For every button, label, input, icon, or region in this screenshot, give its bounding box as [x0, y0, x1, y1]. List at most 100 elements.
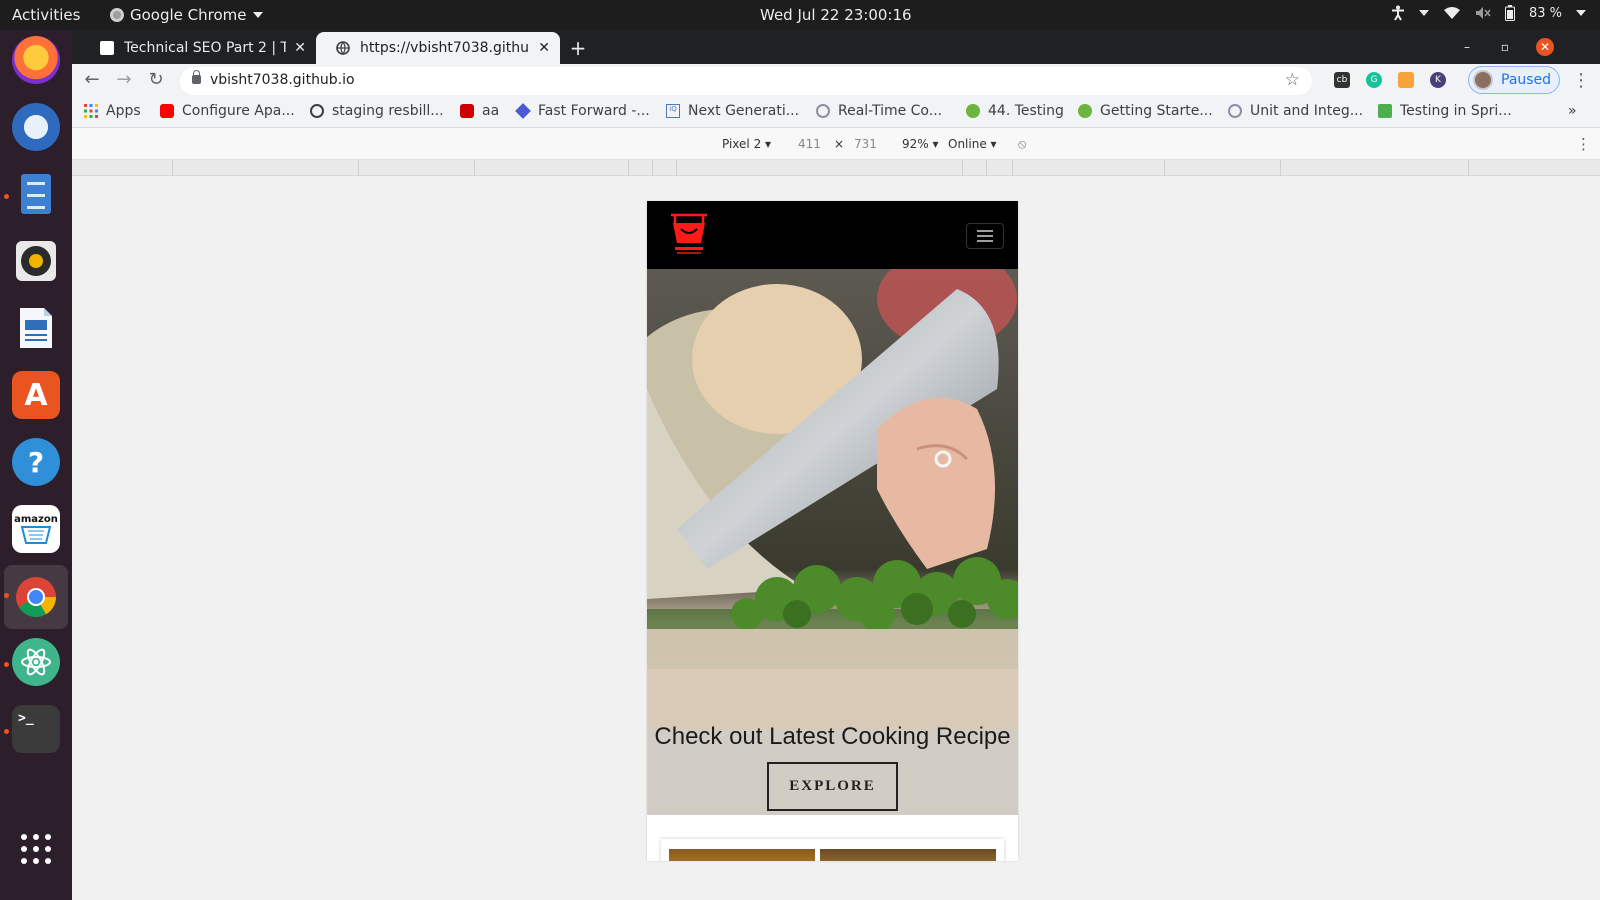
new-tab-button[interactable]: + [566, 36, 590, 60]
redhat-icon [460, 104, 474, 118]
hex-logo-icon [1228, 104, 1242, 118]
chrome-window: Technical SEO Part 2 | Tech ✕ https://vb… [72, 30, 1600, 900]
software-center-icon[interactable]: A [12, 371, 60, 419]
grammarly-extension-icon[interactable]: G [1366, 72, 1382, 88]
bookmark-label: 44. Testing [988, 103, 1064, 119]
lock-icon[interactable] [192, 70, 201, 84]
bookmark-aa[interactable]: aa [460, 103, 499, 119]
device-screen[interactable]: Check out Latest Cooking Recipe EXPLORE [647, 201, 1018, 861]
close-tab-icon[interactable]: ✕ [294, 40, 306, 56]
files-icon[interactable] [12, 170, 60, 218]
bookmarks-overflow-button[interactable]: » [1568, 103, 1577, 119]
foody-blog-logo[interactable] [667, 209, 711, 257]
bookmark-testing-spring[interactable]: Testing in Spri... [1378, 103, 1512, 119]
show-apps-icon[interactable] [12, 825, 60, 873]
tab-technical-seo[interactable]: Technical SEO Part 2 | Tech ✕ [80, 32, 316, 64]
bookmark-label: aa [482, 103, 500, 119]
spring-icon [966, 104, 980, 118]
bookmark-real-time[interactable]: Real-Time Co... [816, 103, 942, 119]
diamond-icon [515, 103, 531, 119]
hero-caption: Check out Latest Cooking Recipe [654, 723, 1011, 750]
bookmark-getting-started[interactable]: Getting Starte... [1078, 103, 1213, 119]
back-icon[interactable]: ← [82, 70, 102, 90]
writer-icon[interactable] [12, 304, 60, 352]
bookmark-next-generation[interactable]: iQ Next Generati... [666, 103, 799, 119]
bookmark-label: Real-Time Co... [838, 103, 943, 119]
terminal-icon[interactable]: >_ [12, 705, 60, 753]
activities-button[interactable]: Activities [12, 6, 80, 24]
more-options-icon[interactable]: ⋮ [1576, 135, 1591, 153]
close-window-icon[interactable]: ✕ [1536, 38, 1554, 56]
k-extension-icon[interactable]: K [1430, 72, 1446, 88]
chevron-down-icon[interactable] [1418, 10, 1429, 16]
tab-vbisht-github[interactable]: https://vbisht7038.github.io ✕ [316, 32, 560, 64]
bookmark-star-icon[interactable]: ☆ [1285, 70, 1300, 90]
bookmark-fast-forward[interactable]: Fast Forward -... [515, 103, 650, 119]
amazon-icon[interactable]: amazon [12, 505, 60, 553]
bookmark-configure-apa[interactable]: Configure Apa... [160, 103, 295, 119]
amazon-label: amazon [14, 513, 58, 525]
recipe-thumbnail[interactable] [669, 849, 815, 861]
chevron-down-icon[interactable] [1576, 10, 1586, 16]
maximize-icon[interactable]: ▫ [1496, 38, 1514, 56]
clock[interactable]: Wed Jul 22 23:00:16 [760, 6, 912, 24]
volume-muted-icon [1475, 7, 1491, 19]
atom-icon[interactable] [12, 638, 60, 686]
chevron-down-icon [252, 12, 263, 18]
network-value: Online [948, 137, 987, 151]
close-tab-icon[interactable]: ✕ [538, 40, 550, 56]
menu-toggle-button[interactable] [966, 223, 1004, 249]
minimize-icon[interactable]: – [1458, 38, 1476, 56]
zoom-select[interactable]: 92% ▾ [902, 137, 939, 151]
chevron-double-right-icon: » [1568, 103, 1577, 119]
device-select[interactable]: Pixel 2 ▾ [722, 137, 771, 151]
system-tray[interactable]: 83 % [1391, 5, 1586, 21]
hero-image: Check out Latest Cooking Recipe EXPLORE [647, 269, 1018, 815]
running-indicator [4, 194, 9, 199]
forward-icon[interactable]: → [114, 70, 134, 90]
thunderbird-icon[interactable] [12, 103, 60, 151]
rhythmbox-icon[interactable] [12, 237, 60, 285]
clipboard-extension-icon[interactable]: cb [1334, 72, 1350, 88]
width-input[interactable]: 411 [798, 137, 821, 151]
bookmark-apps[interactable]: Apps [84, 103, 141, 119]
recipe-thumbnail[interactable] [820, 849, 996, 861]
chrome-icon[interactable] [12, 573, 60, 621]
extension-icon[interactable] [1398, 72, 1414, 88]
tab-title: Technical SEO Part 2 | Tech [124, 40, 287, 56]
firefox-icon[interactable] [12, 36, 60, 84]
browser-toolbar: ← → ↻ vbisht7038.github.io ☆ cb G K Paus… [72, 64, 1600, 96]
bookmark-staging-resbill[interactable]: staging resbill... [310, 103, 444, 119]
accessibility-icon[interactable] [1391, 5, 1405, 21]
app-menu[interactable]: Google Chrome [110, 6, 263, 24]
url-text[interactable]: vbisht7038.github.io [210, 72, 355, 88]
globe-icon [336, 41, 350, 56]
site-navbar [647, 201, 1018, 269]
bookmark-label: Getting Starte... [1100, 103, 1213, 119]
bookmark-unit-integ[interactable]: Unit and Integ... [1228, 103, 1363, 119]
infoq-icon: iQ [666, 104, 680, 118]
leaf-icon [1378, 104, 1392, 118]
apps-grid-icon [84, 104, 98, 118]
running-indicator [4, 662, 9, 667]
height-input[interactable]: 731 [854, 137, 877, 151]
help-icon[interactable]: ? [12, 438, 60, 486]
rotate-icon[interactable]: ⦸ [1018, 137, 1026, 152]
youtube-icon [160, 104, 174, 118]
hex-logo-icon [816, 104, 830, 118]
globe-icon [310, 104, 324, 118]
recipe-card[interactable] [661, 839, 1004, 861]
media-query-bar[interactable] [72, 160, 1600, 176]
network-throttle-select[interactable]: Online ▾ [948, 137, 997, 151]
wifi-icon [1443, 7, 1460, 19]
system-top-bar: Activities Google Chrome Wed Jul 22 23:0… [0, 0, 1600, 30]
explore-button[interactable]: EXPLORE [767, 762, 898, 811]
bookmark-44-testing[interactable]: 44. Testing [966, 103, 1064, 119]
profile-button[interactable]: Paused [1468, 66, 1560, 94]
dimension-separator: × [834, 137, 845, 151]
bookmark-label: Next Generati... [688, 103, 800, 119]
chrome-menu-icon[interactable]: ⋮ [1572, 70, 1590, 91]
reload-icon[interactable]: ↻ [146, 70, 166, 90]
bookmark-label: Unit and Integ... [1250, 103, 1364, 119]
address-bar[interactable]: vbisht7038.github.io ☆ [180, 67, 1312, 95]
